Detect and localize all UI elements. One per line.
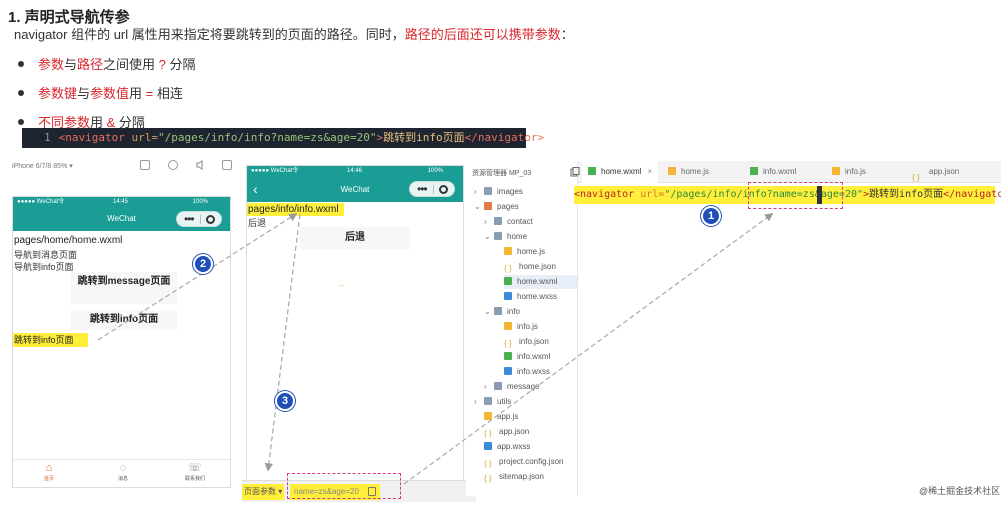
step-badge-2: 2 bbox=[193, 254, 213, 274]
arrow-to-editor-params bbox=[403, 213, 774, 485]
watermark: @稀土掘金技术社区 bbox=[919, 486, 1001, 496]
arrow-to-info-page bbox=[97, 213, 298, 341]
annotation-arrows bbox=[97, 213, 774, 485]
arrow-to-page-params bbox=[264, 213, 301, 472]
step-badge-3: 3 bbox=[275, 391, 295, 411]
step-badge-1: 1 bbox=[701, 206, 721, 226]
